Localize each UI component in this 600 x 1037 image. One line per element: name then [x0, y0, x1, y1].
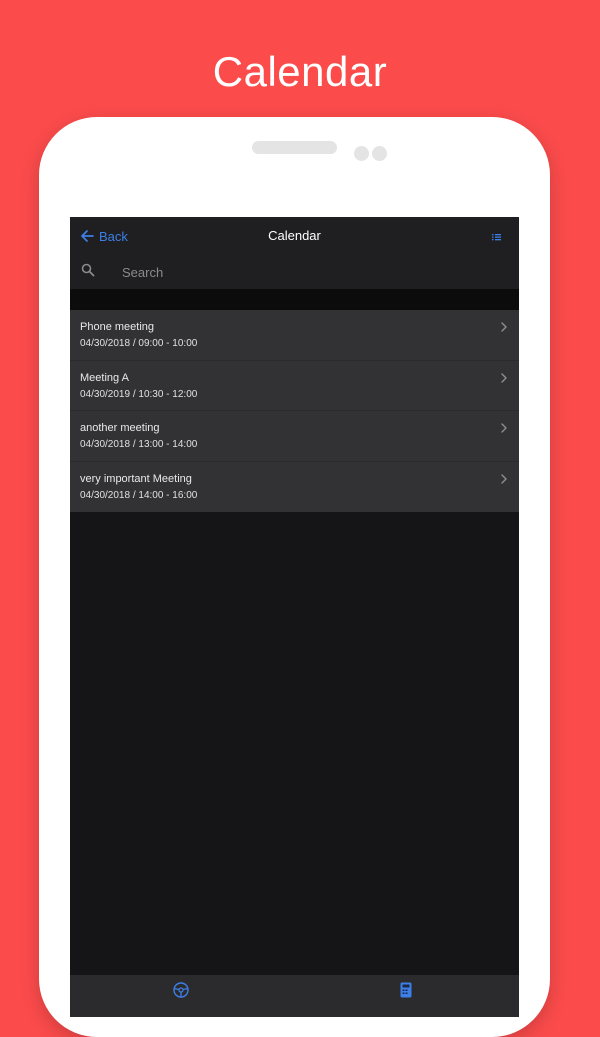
calculator-icon: [400, 982, 412, 998]
meeting-title: very important Meeting: [80, 472, 192, 485]
meeting-time: 04/30/2018 / 14:00 - 16:00: [80, 489, 198, 501]
search-input[interactable]: [122, 261, 502, 283]
meeting-time: 04/30/2018 / 09:00 - 10:00: [80, 338, 198, 349]
chevron-right-icon: [501, 322, 507, 332]
tab-drive[interactable]: [172, 981, 190, 999]
phone-speaker: [252, 141, 337, 154]
meeting-time: 04/30/2019 / 10:30 - 12:00: [80, 388, 198, 400]
meeting-row[interactable]: another meeting 04/30/2018 / 13:00 - 14:…: [70, 411, 519, 462]
list-icon: [492, 234, 501, 241]
tab-bar: [70, 975, 519, 1017]
meeting-title: another meeting: [80, 422, 160, 434]
search-icon: [81, 263, 95, 277]
tab-calculator[interactable]: [397, 981, 415, 999]
meeting-title: Meeting A: [80, 371, 129, 384]
promo-title: Calendar: [212, 48, 388, 95]
phone-sensor: [372, 146, 387, 161]
list-menu-button[interactable]: [490, 230, 504, 242]
meeting-title: Phone meeting: [80, 321, 154, 333]
phone-camera: [354, 146, 369, 161]
search-bar: [70, 253, 519, 289]
section-spacer: [70, 289, 519, 310]
meeting-row[interactable]: Phone meeting 04/30/2018 / 09:00 - 10:00: [70, 310, 519, 361]
app-screen: Back Calendar Phone meeting 04/30/2018 /…: [70, 217, 519, 1017]
chevron-right-icon: [501, 372, 507, 383]
navigation-bar: Back Calendar: [70, 217, 519, 253]
chevron-right-icon: [501, 423, 507, 433]
meeting-row[interactable]: Meeting A 04/30/2019 / 10:30 - 12:00: [70, 361, 519, 411]
meeting-list: Phone meeting 04/30/2018 / 09:00 - 10:00…: [70, 310, 519, 512]
page-title: Calendar: [268, 228, 321, 243]
steering-wheel-icon: [173, 982, 189, 998]
meeting-time: 04/30/2018 / 13:00 - 14:00: [80, 439, 198, 450]
chevron-right-icon: [501, 473, 507, 484]
meeting-row[interactable]: very important Meeting 04/30/2018 / 14:0…: [70, 462, 519, 513]
